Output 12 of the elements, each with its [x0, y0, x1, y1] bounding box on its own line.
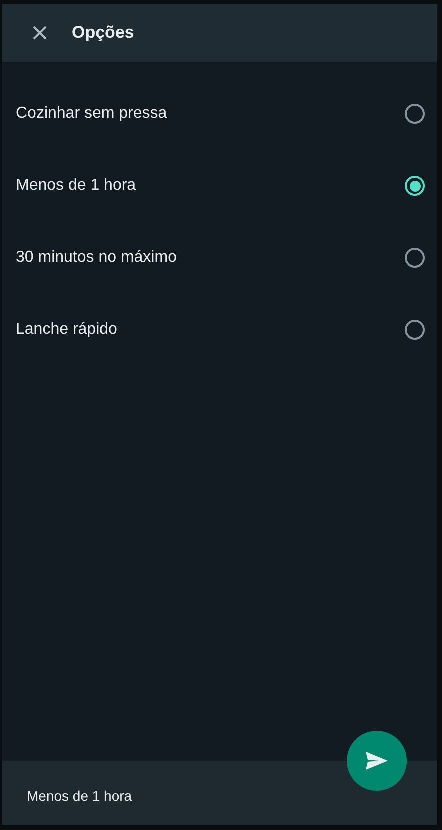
- radio-button[interactable]: [405, 176, 425, 196]
- option-label: 30 minutos no máximo: [16, 249, 177, 267]
- header-title: Opções: [72, 23, 134, 43]
- close-icon: [33, 26, 47, 40]
- option-label: Lanche rápido: [16, 321, 118, 339]
- selection-text: Menos de 1 hora: [27, 788, 132, 804]
- radio-button[interactable]: [405, 248, 425, 268]
- send-icon: [365, 751, 389, 771]
- option-label: Cozinhar sem pressa: [16, 105, 168, 123]
- radio-button[interactable]: [405, 320, 425, 340]
- radio-button[interactable]: [405, 104, 425, 124]
- option-label: Menos de 1 hora: [16, 177, 136, 195]
